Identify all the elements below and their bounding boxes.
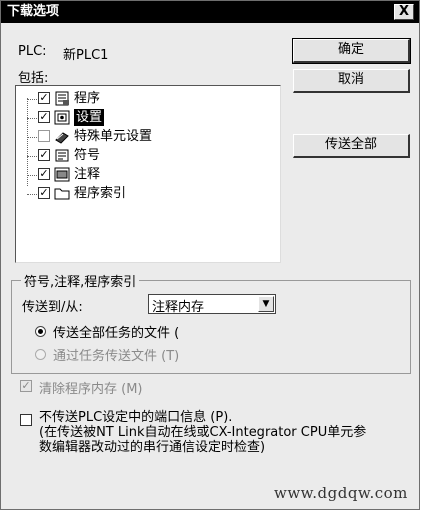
- no-transfer-port-line2: (在传送被NT Link自动在线或CX-Integrator CPU单元参: [39, 425, 367, 440]
- tree-item-symbol[interactable]: ✓ 符号: [16, 147, 216, 166]
- radio-transfer-by-task[interactable]: [35, 349, 46, 360]
- folder-icon: [54, 188, 70, 200]
- transfer-target-value: 注释内存: [152, 300, 205, 315]
- tree-item-label: 程序: [74, 91, 101, 106]
- tree-item-label: 注释: [74, 167, 101, 182]
- checkbox-comment[interactable]: ✓: [38, 168, 50, 180]
- program-icon: [55, 91, 69, 106]
- title-bar: 下载选项 X: [1, 1, 419, 23]
- tree-item-label: 设置: [74, 109, 105, 126]
- tree-item-program[interactable]: ✓ 程序: [16, 90, 216, 109]
- clear-memory-label: 清除程序内存 (M): [39, 382, 143, 397]
- radio-transfer-all-tasks-label: 传送全部任务的文件 (: [53, 326, 180, 341]
- transfer-all-button[interactable]: 传送全部: [293, 134, 410, 158]
- close-button[interactable]: X: [394, 4, 414, 20]
- symbol-icon: [55, 149, 69, 162]
- ok-button[interactable]: 确定: [292, 38, 411, 64]
- no-transfer-port-line3: 数编辑器改动过的串行通信设定时检查): [39, 440, 266, 455]
- tree-item-program-index[interactable]: ✓ 程序索引: [16, 185, 216, 204]
- transfer-target-select[interactable]: 注释内存 ▼: [148, 294, 276, 315]
- checkbox-program-index[interactable]: ✓: [38, 187, 50, 199]
- no-transfer-port-line1: 不传送PLC设定中的端口信息 (P).: [39, 410, 233, 425]
- radio-transfer-by-task-label: 通过任务传送文件 (T): [53, 349, 180, 364]
- special-unit-icon: [55, 132, 69, 144]
- tree-item-special-unit[interactable]: 特殊单元设置: [16, 128, 216, 147]
- tree-item-settings[interactable]: ✓ 设置: [16, 109, 216, 128]
- checkbox-special-unit[interactable]: [38, 130, 50, 142]
- plc-label: PLC:: [18, 44, 47, 59]
- tree-item-label: 程序索引: [74, 186, 127, 201]
- chevron-down-icon[interactable]: ▼: [258, 296, 274, 312]
- group-title: 符号,注释,程序索引: [21, 271, 140, 290]
- checkbox-program[interactable]: ✓: [38, 92, 50, 104]
- clear-memory-checkbox[interactable]: ✓: [20, 380, 32, 392]
- transfer-to-from-label: 传送到/从:: [22, 300, 83, 315]
- radio-transfer-all-tasks[interactable]: [35, 326, 46, 337]
- window-title: 下载选项: [7, 4, 60, 19]
- cancel-button[interactable]: 取消: [293, 69, 410, 93]
- include-label: 包括:: [18, 71, 49, 86]
- checkbox-symbol[interactable]: ✓: [38, 149, 50, 161]
- watermark-text: www.dgdqw.com: [274, 484, 408, 502]
- checkbox-settings[interactable]: ✓: [38, 111, 50, 123]
- tree-item-comment[interactable]: ✓ 注释: [16, 166, 216, 185]
- plc-name: 新PLC1: [63, 48, 109, 63]
- settings-icon: [54, 110, 70, 125]
- tree-item-label: 符号: [74, 148, 101, 163]
- download-options-dialog: 下载选项 X PLC: 新PLC1 包括: 确定 取消 传送全部 ✓ 程序 ✓: [0, 0, 420, 510]
- tree-item-label: 特殊单元设置: [74, 129, 153, 144]
- include-tree: ✓ 程序 ✓ 设置 特殊单元设置 ✓ 符号 ✓ 注释 ✓ 程序索引: [15, 85, 281, 263]
- comment-icon: [54, 167, 70, 182]
- no-transfer-port-checkbox[interactable]: [20, 414, 32, 426]
